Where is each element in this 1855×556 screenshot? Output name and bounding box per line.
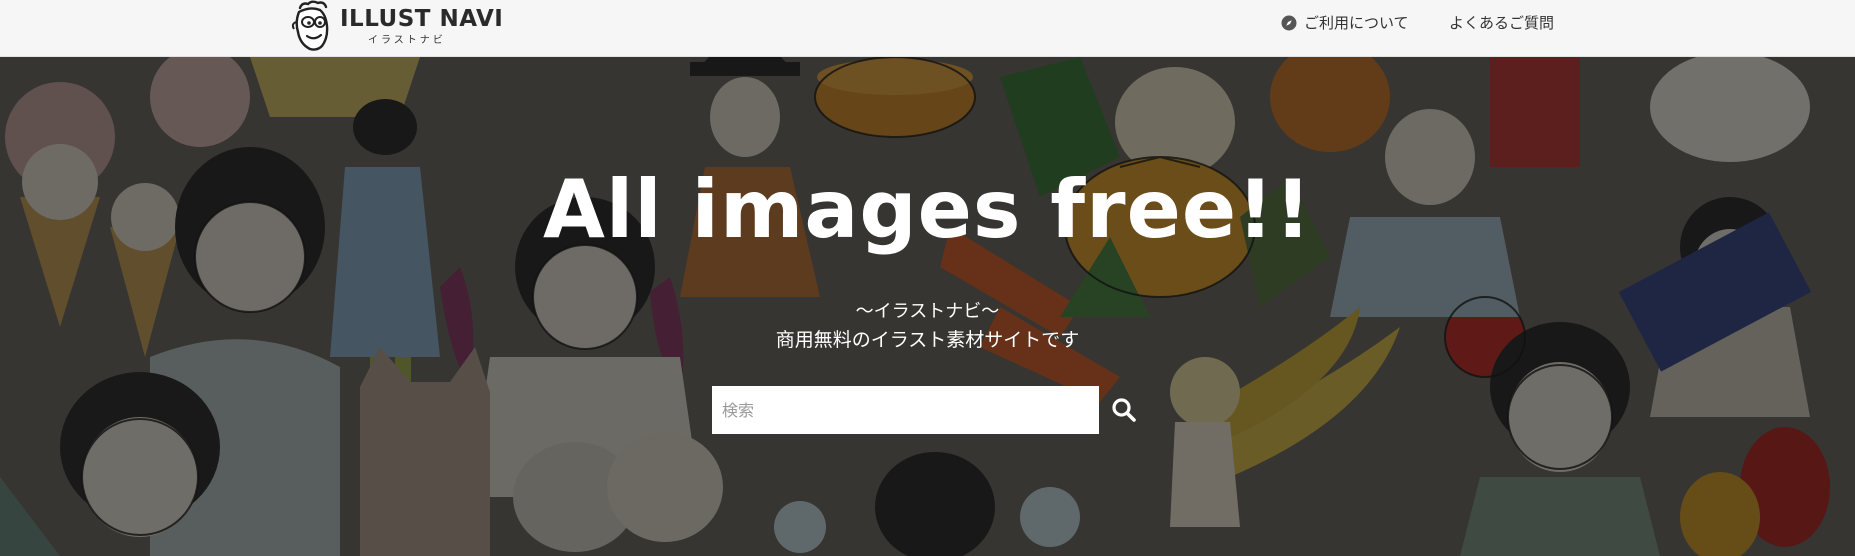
search-input[interactable]	[712, 386, 1099, 434]
logo-subtitle: イラストナビ	[368, 35, 446, 46]
nav-link-faq[interactable]: よくあるご質問	[1449, 12, 1554, 33]
logo-title: ILLUST NAVI	[340, 6, 504, 32]
nav-faq-label: よくあるご質問	[1449, 14, 1555, 32]
hero-subtitle-description: 商用無料のイラスト素材サイトです	[775, 329, 1080, 351]
hero-title: All images free!!	[542, 163, 1313, 256]
compass-icon	[1281, 15, 1297, 30]
nav-link-about[interactable]: ご利用について	[1281, 12, 1409, 33]
nav-faq: よくあるご質問	[1449, 0, 1554, 45]
search-button[interactable]	[1099, 386, 1149, 434]
monkey-face-logo-icon	[291, 0, 329, 51]
site-header: ILLUST NAVI イラストナビ ご利用について よくあるご質問	[0, 0, 1855, 57]
nav-about-label: ご利用について	[1304, 14, 1409, 32]
nav-about: ご利用について	[1281, 0, 1409, 45]
search-icon	[1112, 398, 1136, 422]
hero-section: All images free!! 〜イラストナビ〜 商用無料のイラスト素材サイ…	[0, 57, 1855, 556]
site-logo[interactable]: ILLUST NAVI イラストナビ	[290, 0, 503, 57]
hero-subtitle-brand: 〜イラストナビ〜	[855, 301, 1000, 322]
